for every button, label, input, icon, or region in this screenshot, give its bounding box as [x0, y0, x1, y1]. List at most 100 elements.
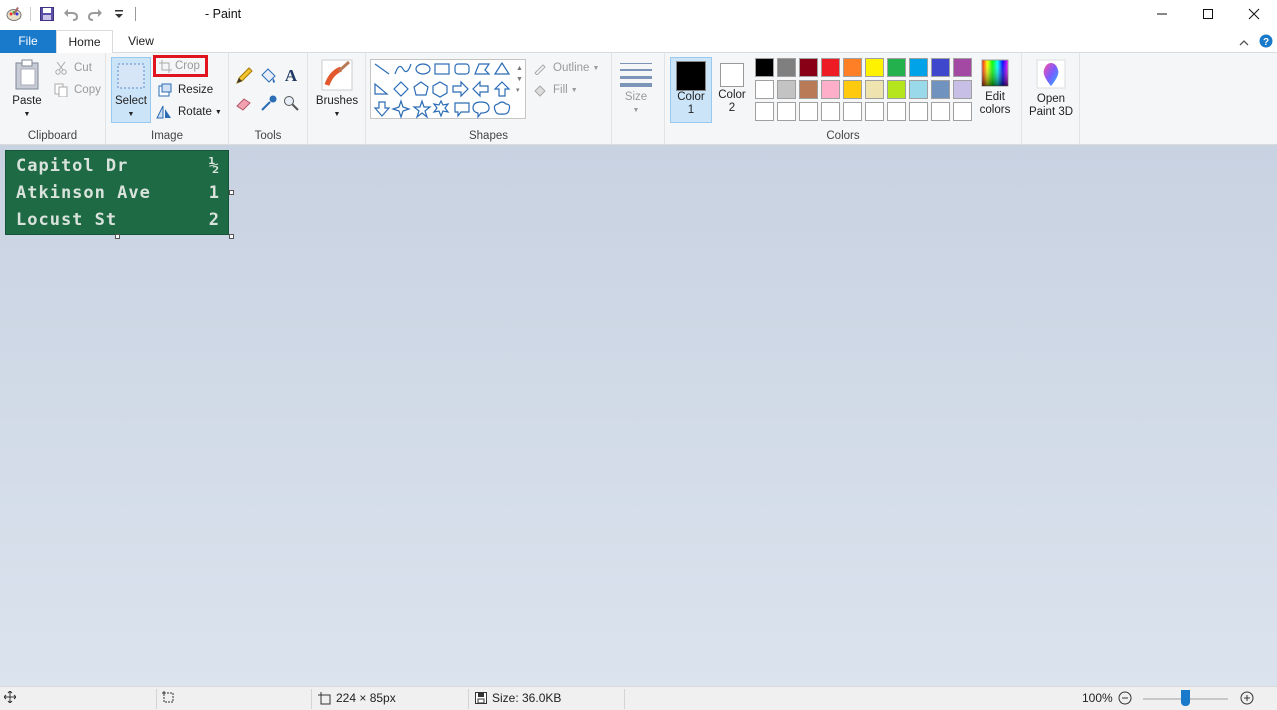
palette-swatch[interactable] [931, 102, 950, 121]
magnifier-icon[interactable] [283, 95, 299, 114]
palette-swatch[interactable] [755, 80, 774, 99]
sign-row-1: Capitol Dr ½ [16, 156, 220, 176]
outline-pen-icon [534, 64, 546, 75]
palette-swatch[interactable] [843, 80, 862, 99]
save-icon[interactable] [39, 5, 55, 23]
resize-button[interactable]: Resize [158, 83, 213, 97]
redo-icon[interactable] [87, 5, 103, 23]
palette-swatch[interactable] [887, 80, 906, 99]
paint3d-group: Open Paint 3D [1022, 53, 1080, 145]
palette-swatch[interactable] [821, 58, 840, 77]
palette-swatch[interactable] [799, 80, 818, 99]
maximize-button[interactable] [1185, 0, 1231, 28]
zoom-in-icon[interactable] [1240, 691, 1254, 705]
palette-swatch[interactable] [755, 58, 774, 77]
palette-swatch[interactable] [931, 58, 950, 77]
palette-swatch[interactable] [843, 58, 862, 77]
crop-button[interactable]: Crop [153, 55, 208, 77]
paste-button[interactable]: Paste ▼ [6, 59, 48, 121]
shapes-gallery [370, 59, 526, 119]
eraser-icon[interactable] [235, 95, 253, 114]
canvas-image[interactable]: Capitol Dr ½ Atkinson Ave 1 Locust St 2 [5, 150, 229, 235]
palette-swatch[interactable] [909, 58, 928, 77]
pencil-icon[interactable] [235, 67, 253, 88]
palette-swatch[interactable] [777, 102, 796, 121]
brushes-button[interactable]: Brushes ▼ [312, 59, 362, 121]
sign-row-3: Locust St 2 [16, 210, 220, 230]
palette-swatch[interactable] [953, 102, 972, 121]
cut-button[interactable]: Cut [54, 61, 92, 75]
color1-swatch [676, 61, 706, 91]
customize-qat-icon[interactable] [111, 5, 127, 23]
brush-icon [321, 59, 353, 91]
palette-swatch[interactable] [821, 80, 840, 99]
resize-handle-right[interactable] [229, 190, 234, 195]
copy-icon [54, 83, 68, 97]
color1-button[interactable]: Color 1 [670, 57, 712, 123]
minimize-button[interactable] [1139, 0, 1185, 28]
palette-swatch[interactable] [755, 102, 774, 121]
cursor-position-icon [4, 691, 16, 703]
resize-handle-bottom[interactable] [115, 234, 120, 239]
palette-swatch[interactable] [777, 80, 796, 99]
canvas-size-icon [318, 691, 331, 704]
palette-swatch[interactable] [799, 102, 818, 121]
select-rectangle-icon [117, 63, 145, 89]
tab-home[interactable]: Home [56, 30, 113, 54]
help-icon[interactable]: ? [1259, 34, 1273, 51]
palette-swatch[interactable] [931, 80, 950, 99]
zoom-level: 100% [1082, 691, 1113, 705]
open-paint3d-button[interactable]: Open Paint 3D [1026, 59, 1076, 119]
palette-swatch[interactable] [865, 58, 884, 77]
shapes-gallery-icons[interactable] [371, 60, 527, 120]
palette-swatch[interactable] [887, 102, 906, 121]
quick-access-toolbar [6, 5, 136, 23]
palette-swatch[interactable] [909, 102, 928, 121]
ribbon: Paste ▼ Cut Copy Clipboard Select ▼ Crop… [0, 53, 1277, 145]
text-tool-icon[interactable]: A [283, 66, 299, 87]
undo-icon[interactable] [63, 5, 79, 23]
palette-swatch[interactable] [865, 102, 884, 121]
palette-swatch[interactable] [865, 80, 884, 99]
copy-button[interactable]: Copy [54, 83, 101, 97]
canvas-area[interactable]: Capitol Dr ½ Atkinson Ave 1 Locust St 2 [0, 145, 1277, 686]
resize-icon [158, 83, 172, 97]
color-picker-icon[interactable] [260, 94, 278, 115]
rotate-button[interactable]: Rotate ▼ [156, 105, 222, 119]
palette-swatch[interactable] [909, 80, 928, 99]
palette-swatch[interactable] [953, 80, 972, 99]
title-bar: - Paint [0, 0, 1277, 30]
zoom-out-icon[interactable] [1118, 691, 1132, 705]
image-dimensions: 224 × 85px [318, 691, 396, 705]
palette-swatch[interactable] [799, 58, 818, 77]
resize-handle-corner[interactable] [229, 234, 234, 239]
zoom-slider-thumb[interactable] [1181, 690, 1190, 706]
crop-icon [159, 59, 172, 73]
palette-swatch[interactable] [821, 102, 840, 121]
palette-swatch[interactable] [777, 58, 796, 77]
color2-button[interactable]: Color 2 [714, 60, 750, 115]
outline-button[interactable]: Outline ▼ [533, 61, 599, 75]
select-button[interactable]: Select ▼ [111, 57, 151, 123]
size-button[interactable]: Size ▼ [618, 61, 654, 117]
tab-view[interactable]: View [116, 30, 166, 53]
edit-colors-button[interactable]: Edit colors [975, 59, 1015, 117]
file-size: Size: 36.0KB [475, 691, 561, 705]
selection-size-icon [162, 691, 175, 704]
tools-group: A Tools [229, 53, 308, 145]
fill-button[interactable]: Fill ▼ [533, 83, 578, 97]
collapse-ribbon-icon[interactable] [1239, 36, 1249, 50]
tab-file[interactable]: File [0, 30, 56, 53]
shapes-scroll-arrows[interactable]: ▲ ▼ ▾ [516, 63, 523, 96]
close-button[interactable] [1231, 0, 1277, 28]
size-group: Size ▼ [612, 53, 664, 145]
palette-swatch[interactable] [843, 102, 862, 121]
palette-swatch[interactable] [953, 58, 972, 77]
window-title: - Paint [205, 7, 242, 21]
palette-swatch[interactable] [887, 58, 906, 77]
fill-icon [534, 85, 546, 97]
fill-bucket-icon[interactable] [259, 67, 277, 88]
line-size-icon [620, 63, 652, 87]
paint-app-icon[interactable] [6, 5, 22, 23]
image-group-label: Image [151, 130, 183, 142]
